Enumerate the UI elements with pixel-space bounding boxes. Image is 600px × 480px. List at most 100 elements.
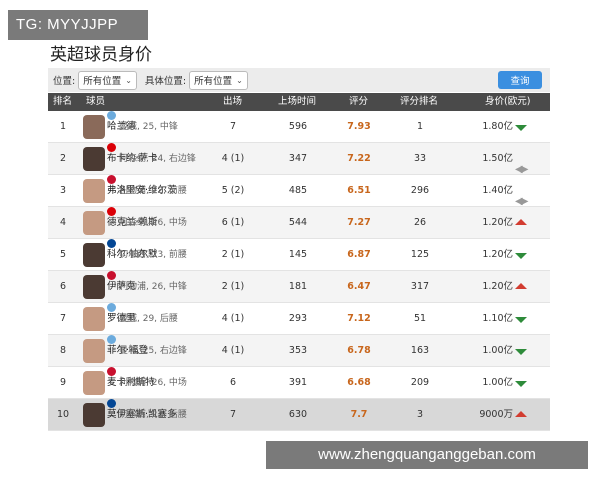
- minutes-cell: 353: [288, 345, 308, 356]
- rating-cell: 7.27: [347, 217, 371, 228]
- table-row[interactable]: 7 罗德里 曼城, 29, 后腰 4 (1) 293 7.12 51 1.10亿: [48, 303, 550, 335]
- market-value-cell: 1.80亿: [482, 121, 513, 132]
- table-row[interactable]: 6 伊萨克 利物浦, 26, 中锋 2 (1) 181 6.47 317 1.20亿: [48, 271, 550, 303]
- trend-down-icon: [515, 125, 527, 131]
- minutes-cell: 596: [288, 121, 308, 132]
- player-info: 曼城, 25, 右边锋: [119, 346, 187, 356]
- apps-cell: 4 (1): [221, 153, 245, 164]
- table-row[interactable]: 9 麦卡利斯特 利物浦, 26, 中场 6 391 6.68 209 1.00亿: [48, 367, 550, 399]
- filter-bar: 位置: 所有位置 ⌄ 具体位置: 所有位置 ⌄ 查询: [48, 68, 550, 92]
- rating-cell: 6.47: [347, 281, 371, 292]
- player-info: 阿森纳, 26, 中场: [119, 218, 187, 228]
- rank-cell: 1: [59, 121, 67, 132]
- page-title: 英超球员身价: [50, 45, 152, 65]
- market-value-cell: 1.10亿: [482, 313, 513, 324]
- table-row[interactable]: 2 布卡约·萨卡 阿森纳, 24, 右边锋 4 (1) 347 7.22 33 1.50亿 ◀▶: [48, 143, 550, 175]
- player-info: 利物浦, 22, 前腰: [119, 186, 187, 196]
- trend-up-icon: [515, 219, 527, 225]
- player-info: 曼城, 29, 后腰: [119, 314, 178, 324]
- rating-rank-cell: 296: [410, 185, 430, 196]
- query-button[interactable]: 查询: [498, 71, 542, 89]
- club-crest-icon: [107, 335, 116, 344]
- market-value-cell: 1.40亿: [482, 185, 513, 196]
- club-crest-icon: [107, 271, 116, 280]
- apps-cell: 6: [229, 377, 237, 388]
- table-row[interactable]: 4 德克兰·赖斯 阿森纳, 26, 中场 6 (1) 544 7.27 26 1.20亿: [48, 207, 550, 239]
- club-crest-icon: [107, 143, 116, 152]
- trend-down-icon: [515, 381, 527, 387]
- rank-cell: 8: [59, 345, 67, 356]
- col-mins-header[interactable]: 上场时间: [278, 93, 316, 111]
- chevron-down-icon: ⌄: [236, 75, 243, 85]
- club-crest-icon: [107, 239, 116, 248]
- col-apps-header[interactable]: 出场: [223, 93, 242, 111]
- table-row[interactable]: 5 科尔·帕尔默 切尔西, 23, 前腰 2 (1) 145 6.87 125 1.20亿: [48, 239, 550, 271]
- detail-position-select-value: 所有位置: [194, 76, 233, 87]
- trend-down-icon: [515, 253, 527, 259]
- trend-up-icon: [515, 411, 527, 417]
- player-info: 阿森纳, 24, 右边锋: [119, 154, 196, 164]
- minutes-cell: 391: [288, 377, 308, 388]
- club-crest-icon: [107, 207, 116, 216]
- apps-cell: 7: [229, 121, 237, 132]
- market-value-cell: 9000万: [479, 409, 513, 420]
- rating-rank-cell: 3: [416, 409, 424, 420]
- rating-cell: 6.87: [347, 249, 371, 260]
- rating-cell: 7.93: [347, 121, 371, 132]
- rating-cell: 7.12: [347, 313, 371, 324]
- table-row[interactable]: 8 菲尔·福登 曼城, 25, 右边锋 4 (1) 353 6.78 163 1.00亿: [48, 335, 550, 367]
- rating-rank-cell: 209: [410, 377, 430, 388]
- minutes-cell: 293: [288, 313, 308, 324]
- rank-cell: 7: [59, 313, 67, 324]
- minutes-cell: 347: [288, 153, 308, 164]
- position-select-value: 所有位置: [83, 76, 122, 87]
- player-value-table: 排名 球员 出场 上场时间 评分 评分排名 身价(欧元) 1 哈兰德 曼城, 25,…: [48, 93, 550, 431]
- col-player-header[interactable]: 球员: [86, 93, 105, 111]
- trend-down-icon: [515, 349, 527, 355]
- col-rank-header[interactable]: 排名: [53, 93, 72, 111]
- detail-position-select[interactable]: 所有位置 ⌄: [189, 70, 248, 90]
- player-avatar: [83, 211, 105, 235]
- watermark-bottom: www.zhengquanganggeban.com: [266, 441, 588, 469]
- player-info: 曼城, 25, 中锋: [119, 122, 178, 132]
- minutes-cell: 485: [288, 185, 308, 196]
- detail-position-filter-label: 具体位置:: [144, 76, 187, 87]
- rating-rank-cell: 163: [410, 345, 430, 356]
- rating-cell: 6.51: [347, 185, 371, 196]
- player-avatar: [83, 115, 105, 139]
- rank-cell: 6: [59, 281, 67, 292]
- rank-cell: 10: [56, 409, 70, 420]
- rank-cell: 5: [59, 249, 67, 260]
- rank-cell: 9: [59, 377, 67, 388]
- club-crest-icon: [107, 367, 116, 376]
- rating-cell: 7.7: [350, 409, 368, 420]
- rating-rank-cell: 317: [410, 281, 430, 292]
- table-row[interactable]: 3 弗洛里安·维尔茨 利物浦, 22, 前腰 5 (2) 485 6.51 296 1.40亿…: [48, 175, 550, 207]
- apps-cell: 4 (1): [221, 313, 245, 324]
- rating-cell: 7.22: [347, 153, 371, 164]
- table-body: 1 哈兰德 曼城, 25, 中锋 7 596 7.93 1 1.80亿 2 布卡约·萨卡 阿森纳, …: [48, 111, 550, 431]
- club-crest-icon: [107, 175, 116, 184]
- table-row[interactable]: 10 莫伊塞斯·凯塞多 切尔西, 23, 后腰 7 630 7.7 3 9000万: [48, 399, 550, 431]
- col-rating-rank-header[interactable]: 评分排名: [400, 93, 438, 111]
- market-value-cell: 1.20亿: [482, 217, 513, 228]
- rating-rank-cell: 33: [413, 153, 427, 164]
- table-header: 排名 球员 出场 上场时间 评分 评分排名 身价(欧元): [48, 93, 550, 111]
- position-select[interactable]: 所有位置 ⌄: [78, 70, 137, 90]
- apps-cell: 5 (2): [221, 185, 245, 196]
- player-avatar: [83, 371, 105, 395]
- apps-cell: 2 (1): [221, 281, 245, 292]
- col-rating-header[interactable]: 评分: [349, 93, 368, 111]
- rating-cell: 6.78: [347, 345, 371, 356]
- trend-up-icon: [515, 283, 527, 289]
- rank-cell: 2: [59, 153, 67, 164]
- player-info: 切尔西, 23, 后腰: [119, 410, 187, 420]
- club-crest-icon: [107, 111, 116, 120]
- rating-rank-cell: 1: [416, 121, 424, 132]
- player-info: 切尔西, 23, 前腰: [119, 250, 187, 260]
- minutes-cell: 181: [288, 281, 308, 292]
- table-row[interactable]: 1 哈兰德 曼城, 25, 中锋 7 596 7.93 1 1.80亿: [48, 111, 550, 143]
- col-value-header[interactable]: 身价(欧元): [485, 93, 530, 111]
- rating-rank-cell: 125: [410, 249, 430, 260]
- player-avatar: [83, 339, 105, 363]
